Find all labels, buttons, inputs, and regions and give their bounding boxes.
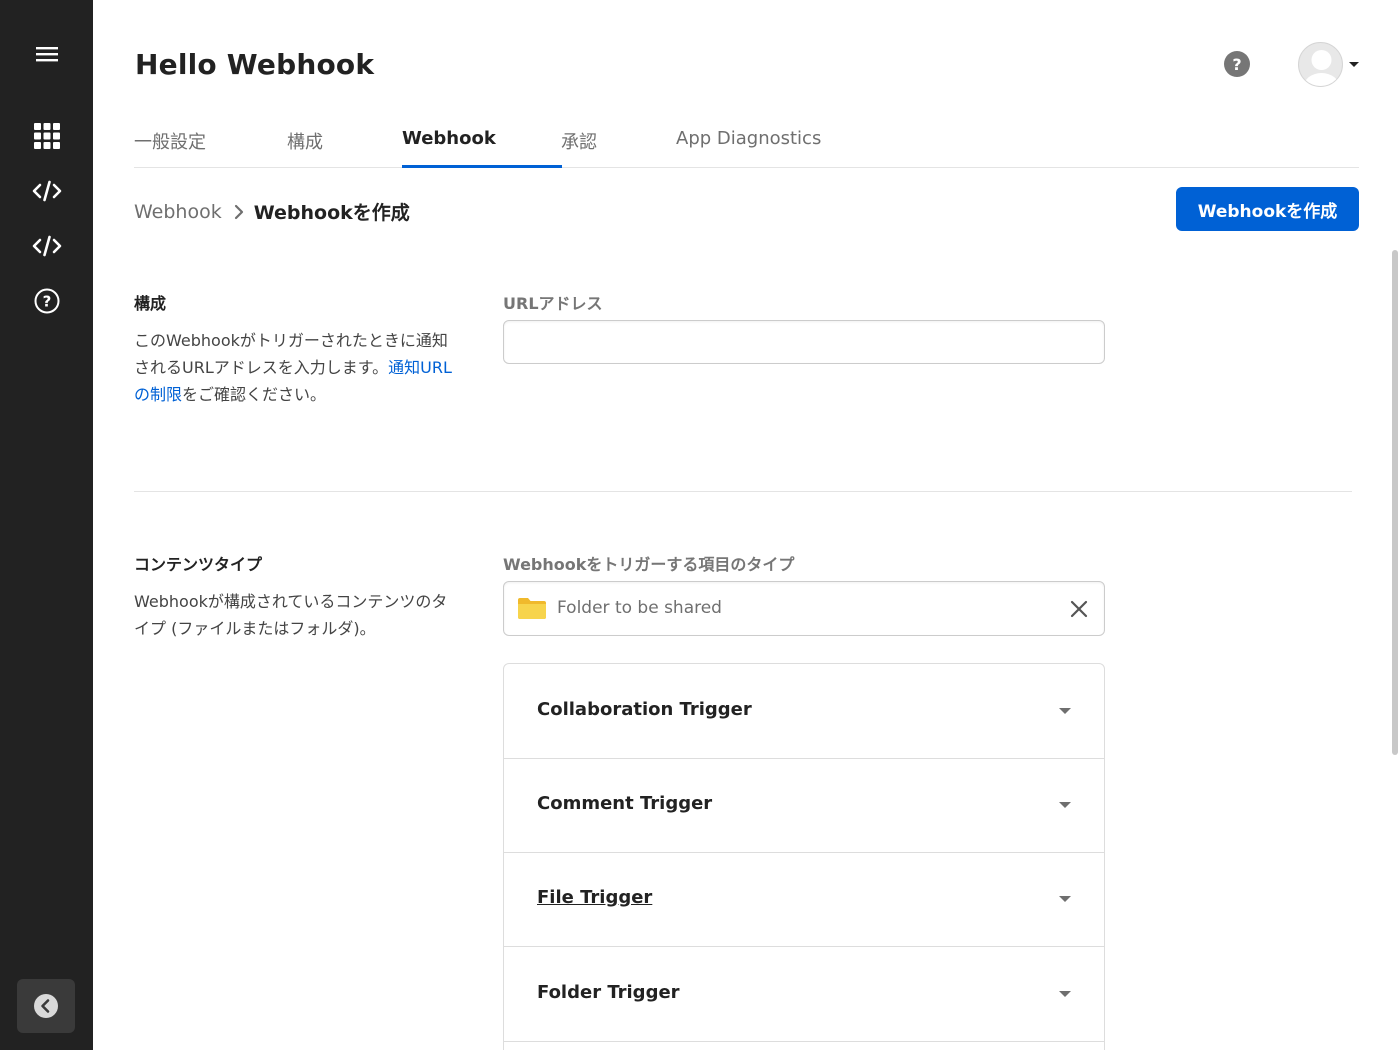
trigger-label: File Trigger: [537, 887, 653, 908]
folder-icon: [518, 598, 546, 619]
folder-trigger-row[interactable]: Folder Trigger: [504, 947, 1104, 1042]
tab-configuration[interactable]: 構成: [287, 124, 323, 168]
create-webhook-button[interactable]: Webhookを作成: [1176, 187, 1359, 231]
main-content: Hello Webhook ? 一般設定 構成 Webhook 承認 App D…: [93, 0, 1400, 1050]
trigger-label: Folder Trigger: [537, 982, 680, 1003]
apps-grid-icon[interactable]: [26, 115, 68, 157]
item-type-select[interactable]: Folder to be shared: [503, 581, 1105, 636]
chevron-down-icon: [1059, 896, 1071, 902]
file-trigger-row[interactable]: File Trigger: [504, 852, 1104, 947]
trigger-label: Comment Trigger: [537, 793, 713, 814]
content-type-description: Webhookが構成されているコンテンツのタイプ (ファイルまたはフォルダ)。: [134, 592, 448, 638]
avatar[interactable]: [1298, 42, 1343, 87]
item-type-value: Folder to be shared: [557, 598, 722, 618]
tab-authorization[interactable]: 承認: [561, 124, 597, 168]
help-button[interactable]: ?: [1224, 51, 1250, 77]
tab-bar: 一般設定 構成 Webhook 承認 App Diagnostics: [134, 124, 1359, 168]
section-divider: [134, 491, 1352, 492]
chevron-down-icon: [1059, 991, 1071, 997]
chevron-right-icon: [234, 204, 244, 220]
config-section-description: このWebhookがトリガーされたときに通知されるURLアドレスを入力します。通…: [134, 331, 452, 404]
config-section-title: 構成: [134, 294, 167, 313]
content-type-section-title: コンテンツタイプ: [134, 555, 263, 574]
collaboration-trigger-row[interactable]: Collaboration Trigger: [504, 664, 1104, 759]
url-address-label: URLアドレス: [503, 294, 603, 313]
page-scrollbar[interactable]: [1392, 250, 1398, 755]
close-icon[interactable]: [1069, 599, 1089, 619]
breadcrumb-current: Webhookを作成: [253, 202, 410, 224]
account-menu-caret-icon[interactable]: [1349, 62, 1359, 67]
breadcrumb: Webhook Webhookを作成: [134, 198, 410, 225]
tab-webhook[interactable]: Webhook: [402, 124, 496, 168]
menu-icon[interactable]: [26, 33, 68, 75]
user-avatar-icon: [1303, 50, 1340, 86]
chevron-left-icon: [34, 994, 58, 1018]
help-icon: ?: [1232, 54, 1242, 74]
trigger-item-type-label: Webhookをトリガーする項目のタイプ: [503, 555, 795, 574]
chevron-down-icon: [1059, 802, 1071, 808]
svg-text:?: ?: [43, 293, 52, 311]
trigger-accordion: Collaboration Trigger Comment Trigger Fi…: [503, 663, 1105, 1050]
url-address-input[interactable]: [503, 320, 1105, 364]
page-title: Hello Webhook: [135, 48, 375, 81]
chevron-down-icon: [1059, 708, 1071, 714]
trigger-label: Collaboration Trigger: [537, 699, 752, 720]
left-sidebar: ?: [0, 0, 93, 1050]
comment-trigger-row[interactable]: Comment Trigger: [504, 758, 1104, 853]
tab-app-diagnostics[interactable]: App Diagnostics: [676, 124, 821, 168]
tab-general-settings[interactable]: 一般設定: [134, 124, 206, 168]
collapse-sidebar-button[interactable]: [17, 979, 75, 1033]
code-icon[interactable]: [26, 170, 68, 212]
help-circle-icon[interactable]: ?: [26, 280, 68, 322]
breadcrumb-webhook-link[interactable]: Webhook: [134, 201, 222, 223]
active-tab-indicator: [402, 165, 562, 168]
code-icon[interactable]: [26, 225, 68, 267]
